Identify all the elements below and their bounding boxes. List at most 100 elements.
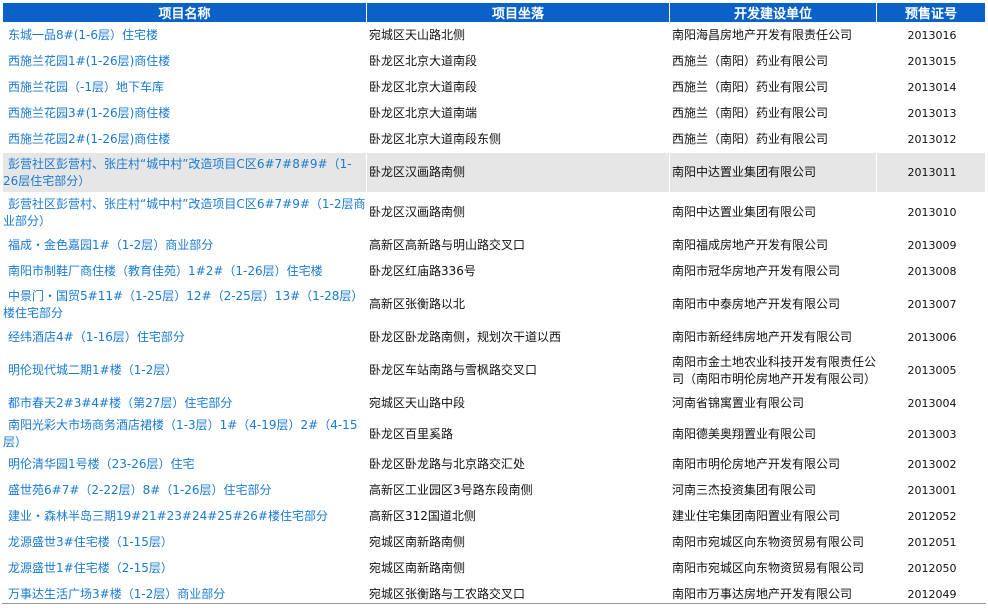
project-link[interactable]: 明伦现代城二期1#楼（1-2层） <box>3 363 177 377</box>
developer-cell: 南阳市宛城区向东物资贸易有限公司 <box>672 535 865 549</box>
project-name-cell: 明伦清华园1号楼（23-26层）住宅 <box>3 452 366 477</box>
location-cell: 高新区工业园区3号路东段南侧 <box>369 483 533 497</box>
permit-no-cell: 2013015 <box>907 55 957 68</box>
location-cell: 卧龙区北京大道南段 <box>369 80 478 94</box>
project-link[interactable]: 中景门・国贸5#11#（1-25层）12#（2-25层）13#（1-28层）楼住… <box>3 289 363 320</box>
developer-cell: 西施兰（南阳）药业有限公司 <box>672 54 829 68</box>
project-name-cell: 南阳光彩大市场商务酒店裙楼（1-3层）1#（4-19层）2#（4-15层） <box>3 417 366 451</box>
project-name-cell: 龙源盛世1#住宅楼（2-15层） <box>3 556 366 581</box>
developer-cell: 河南省锦寓置业有限公司 <box>672 396 805 410</box>
presale-table: 项目名称 项目坐落 开发建设单位 预售证号 东城一品8#(1-6层）住宅楼 宛城… <box>2 2 986 608</box>
project-name-cell: 经纬酒店4#（1-16层）住宅部分 <box>3 325 366 350</box>
permit-no-cell: 2013008 <box>907 265 957 278</box>
project-link[interactable]: 东城一品8#(1-6层）住宅楼 <box>3 28 158 42</box>
developer-cell: 南阳市新经纬房地产开发有限公司 <box>672 330 853 344</box>
table-row: 盛世苑6#7#（2-22层）8#（1-26层）住宅部分 高新区工业园区3号路东段… <box>3 478 985 503</box>
project-link[interactable]: 龙源盛世3#住宅楼（1-15层） <box>3 535 173 549</box>
permit-no-cell: 2013001 <box>907 484 957 497</box>
project-name-cell: 西施兰花园1#(1-26层)商住楼 <box>3 49 366 74</box>
project-link[interactable]: 明伦清华园1号楼（23-26层）住宅 <box>3 457 195 471</box>
header-developer: 开发建设单位 <box>670 3 876 22</box>
permit-no-cell: 2013010 <box>907 206 957 219</box>
project-link[interactable]: 彭营社区彭营村、张庄村“城中村”改造项目C区6#7#8#9#（1-26层住宅部分… <box>3 157 352 188</box>
table-row: 南阳光彩大市场商务酒店裙楼（1-3层）1#（4-19层）2#（4-15层） 卧龙… <box>3 417 985 451</box>
table-row: 西施兰花园（-1层）地下车库 卧龙区北京大道南段 西施兰（南阳）药业有限公司 2… <box>3 75 985 100</box>
project-link[interactable]: 经纬酒店4#（1-16层）住宅部分 <box>3 330 185 344</box>
permit-no-cell: 2012051 <box>907 536 957 549</box>
table-row: 明伦清华园1号楼（23-26层）住宅 卧龙区卧龙路与北京路交汇处 南阳市明伦房地… <box>3 452 985 477</box>
project-link[interactable]: 南阳市制鞋厂商住楼（教育佳苑）1#2#（1-26层）住宅楼 <box>3 264 323 278</box>
project-link[interactable]: 西施兰花园（-1层）地下车库 <box>3 80 164 94</box>
location-cell: 卧龙区红庙路336号 <box>369 264 476 278</box>
project-name-cell: 彭营社区彭营村、张庄村“城中村”改造项目C区6#7#9#（1-2层商业部分） <box>3 193 366 232</box>
table-row: 彭营社区彭营村、张庄村“城中村”改造项目C区6#7#8#9#（1-26层住宅部分… <box>3 153 985 192</box>
project-name-cell: 都市春天2#3#4#楼（第27层）住宅部分 <box>3 391 366 416</box>
developer-cell: 南阳市金土地农业科技开发有限责任公司（南阳市明伦房地产开发有限公司） <box>672 354 877 386</box>
location-cell: 卧龙区北京大道南段 <box>369 54 478 68</box>
project-link[interactable]: 建业・森林半岛三期19#21#23#24#25#26#楼住宅部分 <box>3 509 328 523</box>
permit-no-cell: 2013012 <box>907 133 957 146</box>
location-cell: 高新区高新路与明山路交叉口 <box>369 238 526 252</box>
permit-no-cell: 2012052 <box>907 510 957 523</box>
header-project-name: 项目名称 <box>3 3 366 22</box>
project-name-cell: 东城一品8#(1-6层）住宅楼 <box>3 23 366 48</box>
project-link[interactable]: 盛世苑6#7#（2-22层）8#（1-26层）住宅部分 <box>3 483 272 497</box>
location-cell: 卧龙区北京大道南段东侧 <box>369 132 502 146</box>
table-row: 经纬酒店4#（1-16层）住宅部分 卧龙区卧龙路南侧，规划次干道以西 南阳市新经… <box>3 325 985 350</box>
header-location: 项目坐落 <box>367 3 669 22</box>
permit-no-cell: 2013016 <box>907 29 957 42</box>
permit-no-cell: 2013003 <box>907 427 957 441</box>
location-cell: 宛城区天山路北侧 <box>369 28 466 42</box>
project-link[interactable]: 福成・金色嘉园1#（1-2层）商业部分 <box>3 238 213 252</box>
project-link[interactable]: 龙源盛世1#住宅楼（2-15层） <box>3 561 173 575</box>
table-row: 福成・金色嘉园1#（1-2层）商业部分 高新区高新路与明山路交叉口 南阳福成房地… <box>3 233 985 258</box>
developer-cell: 南阳海昌房地产开发有限责任公司 <box>672 28 853 42</box>
project-name-cell: 龙源盛世3#住宅楼（1-15层） <box>3 530 366 555</box>
project-link[interactable]: 西施兰花园2#(1-26层)商住楼 <box>3 132 170 146</box>
table-row: 西施兰花园1#(1-26层)商住楼 卧龙区北京大道南段 西施兰（南阳）药业有限公… <box>3 49 985 74</box>
permit-no-cell: 2013004 <box>907 397 957 410</box>
permit-no-cell: 2013013 <box>907 107 957 120</box>
permit-no-cell: 2013009 <box>907 239 957 252</box>
project-name-cell: 中景门・国贸5#11#（1-25层）12#（2-25层）13#（1-28层）楼住… <box>3 285 366 324</box>
developer-cell: 西施兰（南阳）药业有限公司 <box>672 106 829 120</box>
project-link[interactable]: 彭营社区彭营村、张庄村“城中村”改造项目C区6#7#9#（1-2层商业部分） <box>3 197 365 228</box>
permit-no-cell: 2013007 <box>907 298 957 311</box>
project-link[interactable]: 西施兰花园3#(1-26层)商住楼 <box>3 106 170 120</box>
permit-no-cell: 2012050 <box>907 562 957 575</box>
table-header: 项目名称 项目坐落 开发建设单位 预售证号 <box>3 3 985 22</box>
project-link[interactable]: 万事达生活广场3#楼（1-2层）商业部分 <box>3 587 225 601</box>
location-cell: 高新区张衡路以北 <box>369 297 466 311</box>
table-row: 彭营社区彭营村、张庄村“城中村”改造项目C区6#7#9#（1-2层商业部分） 卧… <box>3 193 985 232</box>
table-row: 都市春天2#3#4#楼（第27层）住宅部分 宛城区天山路中段 河南省锦寓置业有限… <box>3 391 985 416</box>
table-row: 龙源盛世3#住宅楼（1-15层） 宛城区南新路南侧 南阳市宛城区向东物资贸易有限… <box>3 530 985 555</box>
table-row: 龙源盛世1#住宅楼（2-15层） 宛城区南新路南侧 南阳市宛城区向东物资贸易有限… <box>3 556 985 581</box>
project-name-cell: 明伦现代城二期1#楼（1-2层） <box>3 351 366 390</box>
developer-cell: 建业住宅集团南阳置业有限公司 <box>672 509 841 523</box>
project-link[interactable]: 南阳光彩大市场商务酒店裙楼（1-3层）1#（4-19层）2#（4-15层） <box>3 418 357 449</box>
location-cell: 宛城区南新路南侧 <box>369 561 466 575</box>
permit-no-cell: 2013002 <box>907 458 957 471</box>
project-name-cell: 福成・金色嘉园1#（1-2层）商业部分 <box>3 233 366 258</box>
location-cell: 卧龙区北京大道南端 <box>369 106 478 120</box>
permit-no-cell: 2013011 <box>877 153 985 192</box>
developer-cell: 西施兰（南阳）药业有限公司 <box>672 132 829 146</box>
developer-cell: 南阳市冠华房地产开发有限公司 <box>672 264 841 278</box>
table-row: 东城一品8#(1-6层）住宅楼 宛城区天山路北侧 南阳海昌房地产开发有限责任公司… <box>3 23 985 48</box>
table-row: 南阳市制鞋厂商住楼（教育佳苑）1#2#（1-26层）住宅楼 卧龙区红庙路336号… <box>3 259 985 284</box>
project-name-cell: 南阳市制鞋厂商住楼（教育佳苑）1#2#（1-26层）住宅楼 <box>3 259 366 284</box>
developer-cell: 南阳市宛城区向东物资贸易有限公司 <box>672 561 865 575</box>
project-link[interactable]: 西施兰花园1#(1-26层)商住楼 <box>3 54 170 68</box>
project-name-cell: 西施兰花园2#(1-26层)商住楼 <box>3 127 366 152</box>
project-link[interactable]: 都市春天2#3#4#楼（第27层）住宅部分 <box>3 396 232 410</box>
project-name-cell: 彭营社区彭营村、张庄村“城中村”改造项目C区6#7#8#9#（1-26层住宅部分… <box>3 153 366 192</box>
project-name-cell: 建业・森林半岛三期19#21#23#24#25#26#楼住宅部分 <box>3 504 366 529</box>
developer-cell: 西施兰（南阳）药业有限公司 <box>672 80 829 94</box>
developer-cell: 南阳市明伦房地产开发有限公司 <box>672 457 841 471</box>
developer-cell: 南阳中达置业集团有限公司 <box>672 205 817 219</box>
location-cell: 卧龙区车站南路与雪枫路交叉口 <box>369 363 538 377</box>
permit-no-cell: 2013005 <box>907 364 957 377</box>
location-cell: 卧龙区卧龙路与北京路交汇处 <box>369 457 526 471</box>
header-permit-no: 预售证号 <box>877 3 985 22</box>
developer-cell: 南阳福成房地产开发有限公司 <box>672 238 829 252</box>
